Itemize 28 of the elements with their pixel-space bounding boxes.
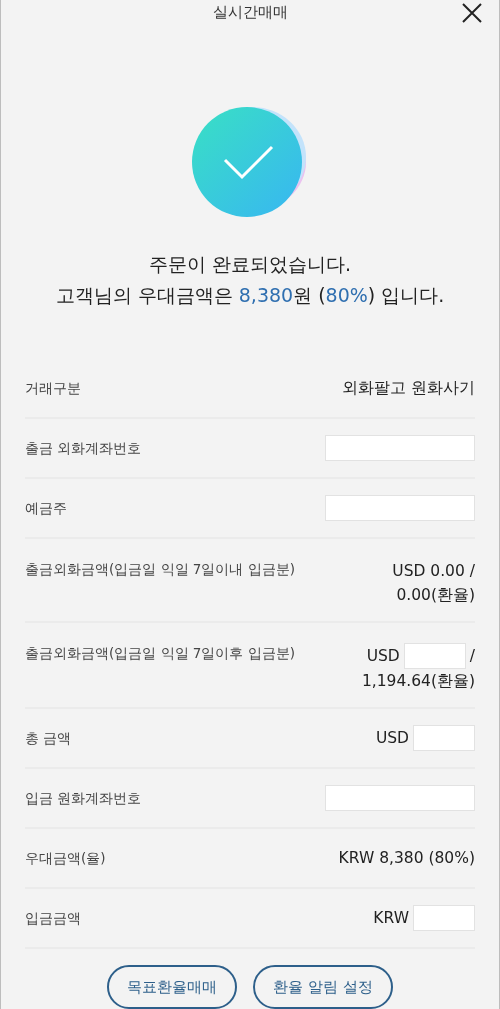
row-label: 출금 외화계좌번호: [25, 438, 142, 458]
row-value: 1,194.64(환율): [361, 671, 475, 692]
row-value: KRW: [373, 908, 409, 929]
redacted-block: [403, 643, 466, 669]
action-button[interactable]: 목표환율매매: [107, 965, 238, 1009]
row-value: 외화팔고 원화사기: [342, 378, 475, 399]
action-button[interactable]: 환율 알림 설정: [253, 965, 393, 1009]
redacted-block: [413, 905, 475, 931]
row-value: USD 0.00 /: [392, 561, 475, 582]
row-label: 거래구분: [25, 378, 81, 398]
row-label: 입금 원화계좌번호: [25, 788, 142, 808]
row-label: 우대금액(율): [25, 848, 106, 868]
row-label: 출금외화금액(입금일 익일 7일이후 입금분): [25, 644, 295, 663]
benefit-message: 고객님의 우대금액은 8,380원 (80%) 입니다.: [55, 283, 445, 308]
row-label: 출금외화금액(입금일 익일 7일이내 입금분): [25, 560, 295, 579]
row-value: /: [469, 646, 475, 667]
close-icon[interactable]: [461, 2, 483, 24]
row-label: 입금금액: [25, 908, 81, 928]
row-label: 예금주: [25, 498, 67, 518]
row-value: USD: [366, 646, 400, 667]
window-title: 실시간매매: [212, 2, 288, 24]
row-value: 0.00(환율): [396, 585, 475, 606]
check-icon: [192, 105, 308, 217]
row-value: KRW 8,380 (80%): [338, 848, 475, 869]
row-value: USD: [375, 728, 409, 749]
redacted-block: [413, 725, 475, 751]
completion-message: 주문이 완료되었습니다.: [148, 252, 352, 277]
row-label: 총 금액: [25, 728, 72, 748]
